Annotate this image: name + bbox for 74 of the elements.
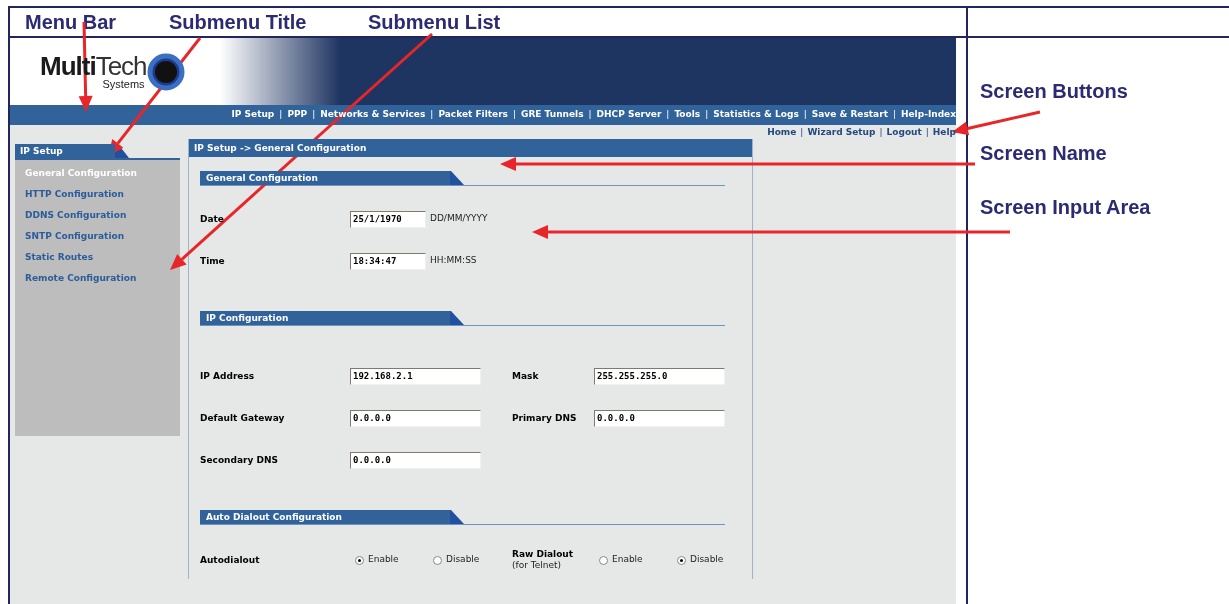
field-label: Date xyxy=(200,213,225,225)
input-field[interactable]: 0.0.0.0 xyxy=(350,451,481,469)
field-label: IP Address xyxy=(200,370,256,382)
separator: | xyxy=(705,108,709,122)
separator: | xyxy=(430,108,434,122)
menu-link[interactable]: Save & Restart xyxy=(811,108,888,122)
separator: | xyxy=(892,108,896,122)
section-header: Auto Dialout Configuration xyxy=(200,510,450,524)
menu-link[interactable]: Statistics & Logs xyxy=(713,108,799,122)
menu-link[interactable]: IP Setup xyxy=(231,108,275,122)
callout-label: Submenu List xyxy=(368,12,501,32)
separator: | xyxy=(512,108,516,122)
separator: | xyxy=(803,108,807,122)
field-label: Mask xyxy=(512,370,540,382)
menu-link[interactable]: PPP xyxy=(287,108,308,122)
field-label: Autodialout xyxy=(200,554,261,566)
field-label: Primary DNS xyxy=(512,412,578,424)
menu-link[interactable]: Tools xyxy=(674,108,701,122)
input-field[interactable]: 25/1/1970 xyxy=(350,210,426,228)
separator: | xyxy=(312,108,316,122)
section-header: General Configuration xyxy=(200,171,450,185)
input-field[interactable]: 0.0.0.0 xyxy=(350,409,481,427)
field-label: Default Gateway xyxy=(200,412,286,424)
input-field[interactable]: 0.0.0.0 xyxy=(594,409,725,427)
field-label: Time xyxy=(200,255,226,267)
menu-link[interactable]: DHCP Server xyxy=(596,108,662,122)
input-field[interactable]: 192.168.2.1 xyxy=(350,367,481,385)
radio-button[interactable] xyxy=(677,555,686,565)
separator: | xyxy=(666,108,670,122)
separator: | xyxy=(588,108,592,122)
tab-corner-icon xyxy=(450,510,464,524)
field-sublabel: (for Telnet) xyxy=(512,560,563,571)
format-hint: HH:MM:SS xyxy=(430,254,477,268)
submenu-item[interactable]: Remote Configuration xyxy=(25,271,137,285)
callout-label: Screen Buttons xyxy=(980,81,1128,101)
submenu-title: IP Setup xyxy=(15,144,115,158)
tab-corner-icon xyxy=(450,311,464,325)
logo-tagline: Systems xyxy=(102,79,145,90)
format-hint: DD/MM/YYYY xyxy=(430,212,488,226)
logo-text: Tech xyxy=(95,53,147,79)
screen-link[interactable]: Wizard Setup xyxy=(807,126,876,141)
submenu-item[interactable]: DDNS Configuration xyxy=(25,208,127,222)
callout-label: Menu Bar xyxy=(25,12,117,32)
section-header: IP Configuration xyxy=(200,311,450,325)
screen-name: IP Setup -> General Configuration xyxy=(189,139,752,157)
radio-label: Disable xyxy=(446,553,480,567)
submenu-item[interactable]: SNTP Configuration xyxy=(25,229,125,243)
radio-label: Disable xyxy=(690,553,724,567)
callout-label: Screen Name xyxy=(980,143,1107,163)
separator: | xyxy=(800,126,804,139)
screen-link[interactable]: Logout xyxy=(886,126,922,141)
screen-link[interactable]: Help xyxy=(932,126,956,141)
menu-link[interactable]: GRE Tunnels xyxy=(521,108,584,122)
radio-label: Enable xyxy=(612,553,643,567)
callout-label: Screen Input Area xyxy=(980,197,1151,217)
menu-link[interactable]: Packet Filters xyxy=(438,108,508,122)
field-label: Raw Dialout xyxy=(512,549,575,560)
menu-link[interactable]: Help-Index xyxy=(901,108,956,122)
separator: | xyxy=(279,108,283,122)
radio-button[interactable] xyxy=(599,555,608,565)
field-label: Secondary DNS xyxy=(200,454,279,466)
separator: | xyxy=(925,126,929,139)
submenu-item[interactable]: Static Routes xyxy=(25,250,93,264)
submenu-item[interactable]: HTTP Configuration xyxy=(25,187,124,201)
callout-label: Submenu Title xyxy=(169,12,307,32)
tab-corner-icon xyxy=(450,171,464,185)
input-field[interactable]: 18:34:47 xyxy=(350,252,426,270)
ring-logo-icon xyxy=(146,52,185,91)
radio-button[interactable] xyxy=(355,555,364,565)
radio-label: Enable xyxy=(368,553,399,567)
screen-link[interactable]: Home xyxy=(767,126,797,141)
radio-button[interactable] xyxy=(433,555,442,565)
input-field[interactable]: 255.255.255.0 xyxy=(594,367,725,385)
separator: | xyxy=(879,126,883,139)
